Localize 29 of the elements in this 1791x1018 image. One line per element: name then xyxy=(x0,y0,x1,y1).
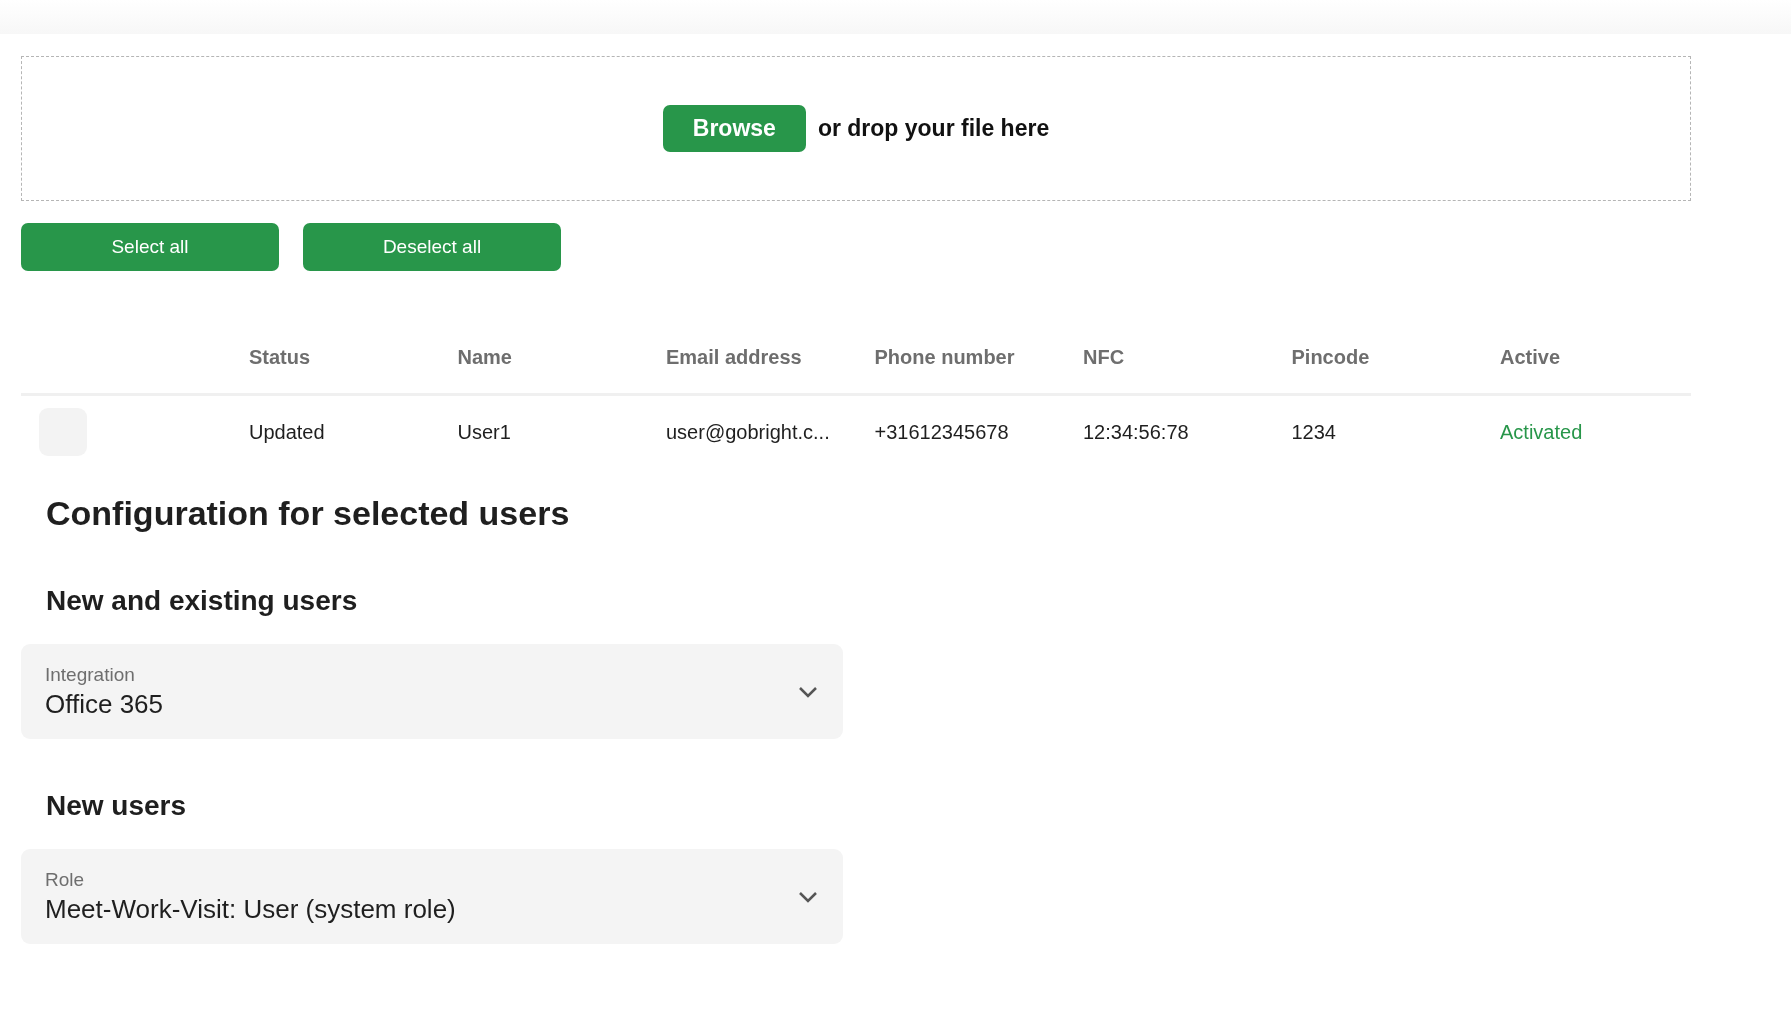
dropdown-field[interactable]: Integration Office 365 xyxy=(21,644,843,739)
active-status: Activated xyxy=(1500,420,1584,444)
column-header: Name xyxy=(457,345,513,369)
section-heading: New users xyxy=(46,790,188,822)
field-value: Office 365 xyxy=(45,688,165,720)
config-heading: Configuration for selected users xyxy=(46,494,571,533)
table-cell-text: Updated xyxy=(249,420,326,444)
column-header: NFC xyxy=(1083,345,1126,369)
section-heading: New and existing users xyxy=(46,585,359,617)
dropdown-field[interactable]: Role Meet-Work-Visit: User (system role) xyxy=(21,849,843,944)
column-header: Phone number xyxy=(874,345,1016,369)
table-cell-text: +31612345678 xyxy=(874,420,1010,444)
field-label: Integration xyxy=(45,663,136,686)
column-header: Status xyxy=(249,345,312,369)
field-label: Role xyxy=(45,868,86,891)
table-cell-text: user@gobright.c... xyxy=(666,420,831,444)
action-button[interactable]: Select all xyxy=(21,223,279,271)
column-header: Pincode xyxy=(1291,345,1371,369)
column-header: Email address xyxy=(666,345,803,369)
table-cell-text: 1234 xyxy=(1291,420,1337,444)
action-button[interactable]: Deselect all xyxy=(303,223,561,271)
table-cell-text: 12:34:56:78 xyxy=(1083,420,1190,444)
drop-hint: or drop your file here xyxy=(817,115,1050,142)
chevron-down-icon xyxy=(797,684,819,699)
table-cell-text: User1 xyxy=(457,420,512,444)
field-value: Meet-Work-Visit: User (system role) xyxy=(45,893,457,925)
browse-button[interactable]: Browse xyxy=(662,105,806,152)
chevron-down-icon xyxy=(797,889,819,904)
column-header: Active xyxy=(1500,345,1562,369)
